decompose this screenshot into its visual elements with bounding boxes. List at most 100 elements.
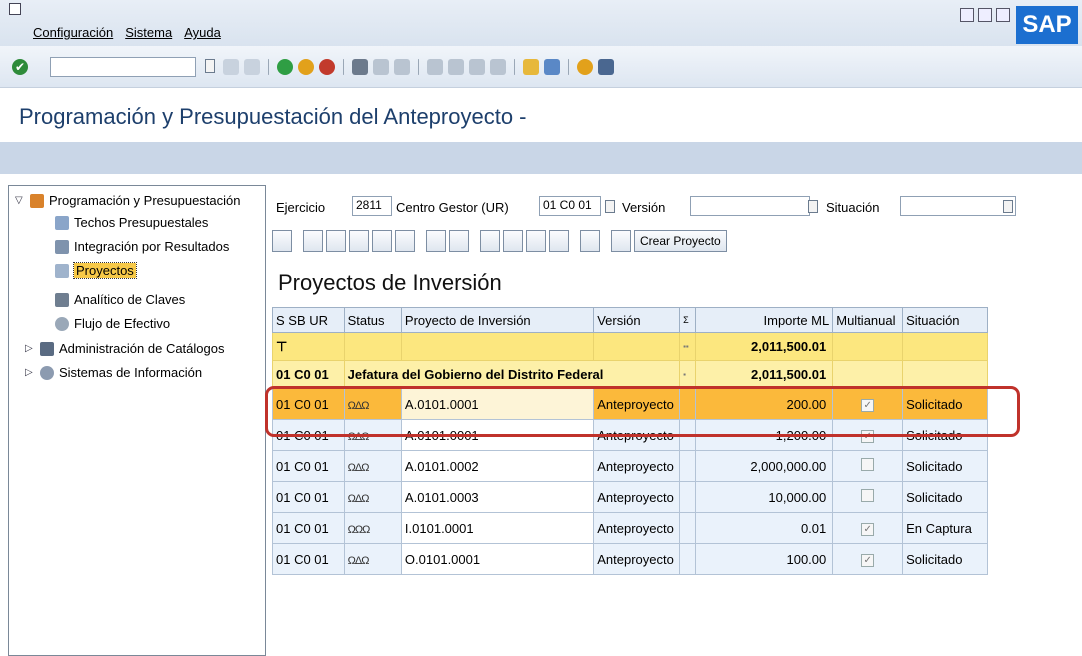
tree-item-integracion[interactable]: Integración por Resultados [55,239,229,254]
version-dropdown-icon[interactable] [808,200,818,213]
last-page-icon[interactable] [490,59,506,75]
menu-configuracion[interactable]: Configuración [33,25,113,40]
grid-title: Proyectos de Inversión [278,270,502,295]
grid-layout-icon[interactable] [549,230,569,252]
cell-proyecto[interactable]: I.0101.0001 [400,512,595,544]
close-icon[interactable] [996,8,1010,22]
subtotal-name: Jefatura del Gobierno del Distrito Feder… [343,360,681,389]
subtotal-icon[interactable] [449,230,469,252]
subtotal-row: 01 C0 01 Jefatura del Gobierno del Distr… [272,360,988,389]
col-importe[interactable]: Importe ML [694,307,834,333]
table-row[interactable]: 01 C0 01 ΩΔΩ A.0101.0002 Anteproyecto 2,… [272,450,988,482]
tree-item-proyectos[interactable]: Proyectos [55,262,137,279]
multianual-checkbox [861,458,875,471]
save-icon[interactable] [244,59,260,75]
maximize-icon[interactable] [978,8,992,22]
new-session-icon[interactable] [523,59,539,75]
find-next-icon[interactable] [394,59,410,75]
back-icon[interactable] [277,59,293,75]
tree-item-techos[interactable]: Techos Presupuestales [55,215,208,230]
details-icon[interactable] [272,230,292,252]
find-icon[interactable] [349,230,369,252]
back-arrow-icon[interactable] [223,59,239,75]
help-icon[interactable] [577,59,593,75]
cell-importe: 0.01 [694,512,834,544]
collapsed-icon[interactable]: ▷ [25,367,35,378]
expand-icon[interactable]: ▽ [15,195,25,206]
menu-ayuda[interactable]: Ayuda [184,25,221,40]
centro-gestor-dropdown-icon[interactable] [605,200,615,213]
minimize-icon[interactable] [960,8,974,22]
col-status[interactable]: Status [343,307,402,333]
col-sum[interactable]: Σ [679,307,696,333]
find-icon[interactable] [373,59,389,75]
export-icon[interactable] [503,230,523,252]
cell-proyecto[interactable]: A.0101.0002 [400,450,595,482]
cell-proyecto[interactable]: O.0101.0001 [400,543,595,575]
sum-icon[interactable] [426,230,446,252]
tree-item-analitico[interactable]: Analítico de Claves [55,292,185,307]
prev-page-icon[interactable] [448,59,464,75]
col-multianual[interactable]: Multianual [832,307,904,333]
graphic-icon[interactable] [580,230,600,252]
situacion-dropdown-icon[interactable] [1003,200,1013,213]
col-version[interactable]: Versión [593,307,681,333]
print-icon[interactable] [303,230,323,252]
tree-item-programacion[interactable]: ▽ Programación y Presupuestación [15,193,241,208]
collapsed-icon[interactable]: ▷ [25,343,35,354]
table-row[interactable]: 01 C0 01 ΩΔΩ A.0101.0003 Anteproyecto 10… [272,481,988,513]
total-row: ⊤ ▪▪ 2,011,500.01 [272,332,988,361]
filter-icon[interactable] [326,230,346,252]
total-importe: 2,011,500.01 [694,332,834,361]
tree-item-flujo[interactable]: Flujo de Efectivo [55,316,170,331]
shortcut-icon[interactable] [544,59,560,75]
menu-bar: Configuración Sistema Ayuda SAP [0,0,1082,46]
total-marker: ▪▪ [679,332,696,361]
table-row[interactable]: 01 C0 01 ΩΔΩ O.0101.0001 Anteproyecto 10… [272,543,988,575]
col-proyecto[interactable]: Proyecto de Inversión [400,307,595,333]
command-field[interactable] [50,57,196,77]
highlight-annotation [265,386,1020,437]
ejercicio-field[interactable]: 2811 [352,196,392,216]
col-situacion[interactable]: Situación [902,307,988,333]
find-next-icon[interactable] [372,230,392,252]
next-page-icon[interactable] [469,59,485,75]
cell-situacion: Solicitado [902,543,988,575]
cell-proyecto[interactable]: A.0101.0003 [400,481,595,513]
views-icon[interactable] [526,230,546,252]
page-title: Programación y Presupuestación del Antep… [19,104,527,129]
cell-ur: 01 C0 01 [272,543,345,575]
system-menu-icon[interactable] [9,3,21,15]
command-history-icon[interactable] [205,59,215,73]
info-icon[interactable] [611,230,631,252]
print-icon[interactable] [352,59,368,75]
projects-table: S SB UR Status Proyecto de Inversión Ver… [272,307,988,575]
print-preview-icon[interactable] [480,230,500,252]
tree-item-catalogos[interactable]: ▷ Administración de Catálogos [25,341,224,356]
multianual-checkbox: ✓ [861,554,875,567]
catalog-icon [40,341,54,356]
status-lights-icon: ΩΔΩ [343,450,402,482]
col-s-sb-ur[interactable]: S SB UR [272,307,345,333]
layout-icon[interactable] [598,59,614,75]
situacion-field[interactable] [900,196,1016,216]
total-filter-icon[interactable]: ⊤ [272,332,345,361]
table-row[interactable]: 01 C0 01 ΩΩΩ I.0101.0001 Anteproyecto 0.… [272,512,988,544]
centro-gestor-label: Centro Gestor (UR) [396,200,509,215]
exit-icon[interactable] [298,59,314,75]
enter-icon[interactable]: ✔ [12,59,28,75]
cancel-icon[interactable] [319,59,335,75]
tree-item-sistemas[interactable]: ▷ Sistemas de Información [25,365,202,380]
cell-ur: 01 C0 01 [272,481,345,513]
centro-gestor-field[interactable]: 01 C0 01 [539,196,601,216]
version-field[interactable] [690,196,810,216]
crear-proyecto-button[interactable]: Crear Proyecto [634,230,727,252]
project-icon [55,263,69,278]
menu-sistema[interactable]: Sistema [125,25,172,40]
cell-situacion: Solicitado [902,481,988,513]
subtotal-marker: ▪ [679,360,696,389]
situacion-label: Situación [826,200,880,215]
cell-situacion: Solicitado [902,450,988,482]
first-page-icon[interactable] [427,59,443,75]
set-filter-icon[interactable] [395,230,415,252]
